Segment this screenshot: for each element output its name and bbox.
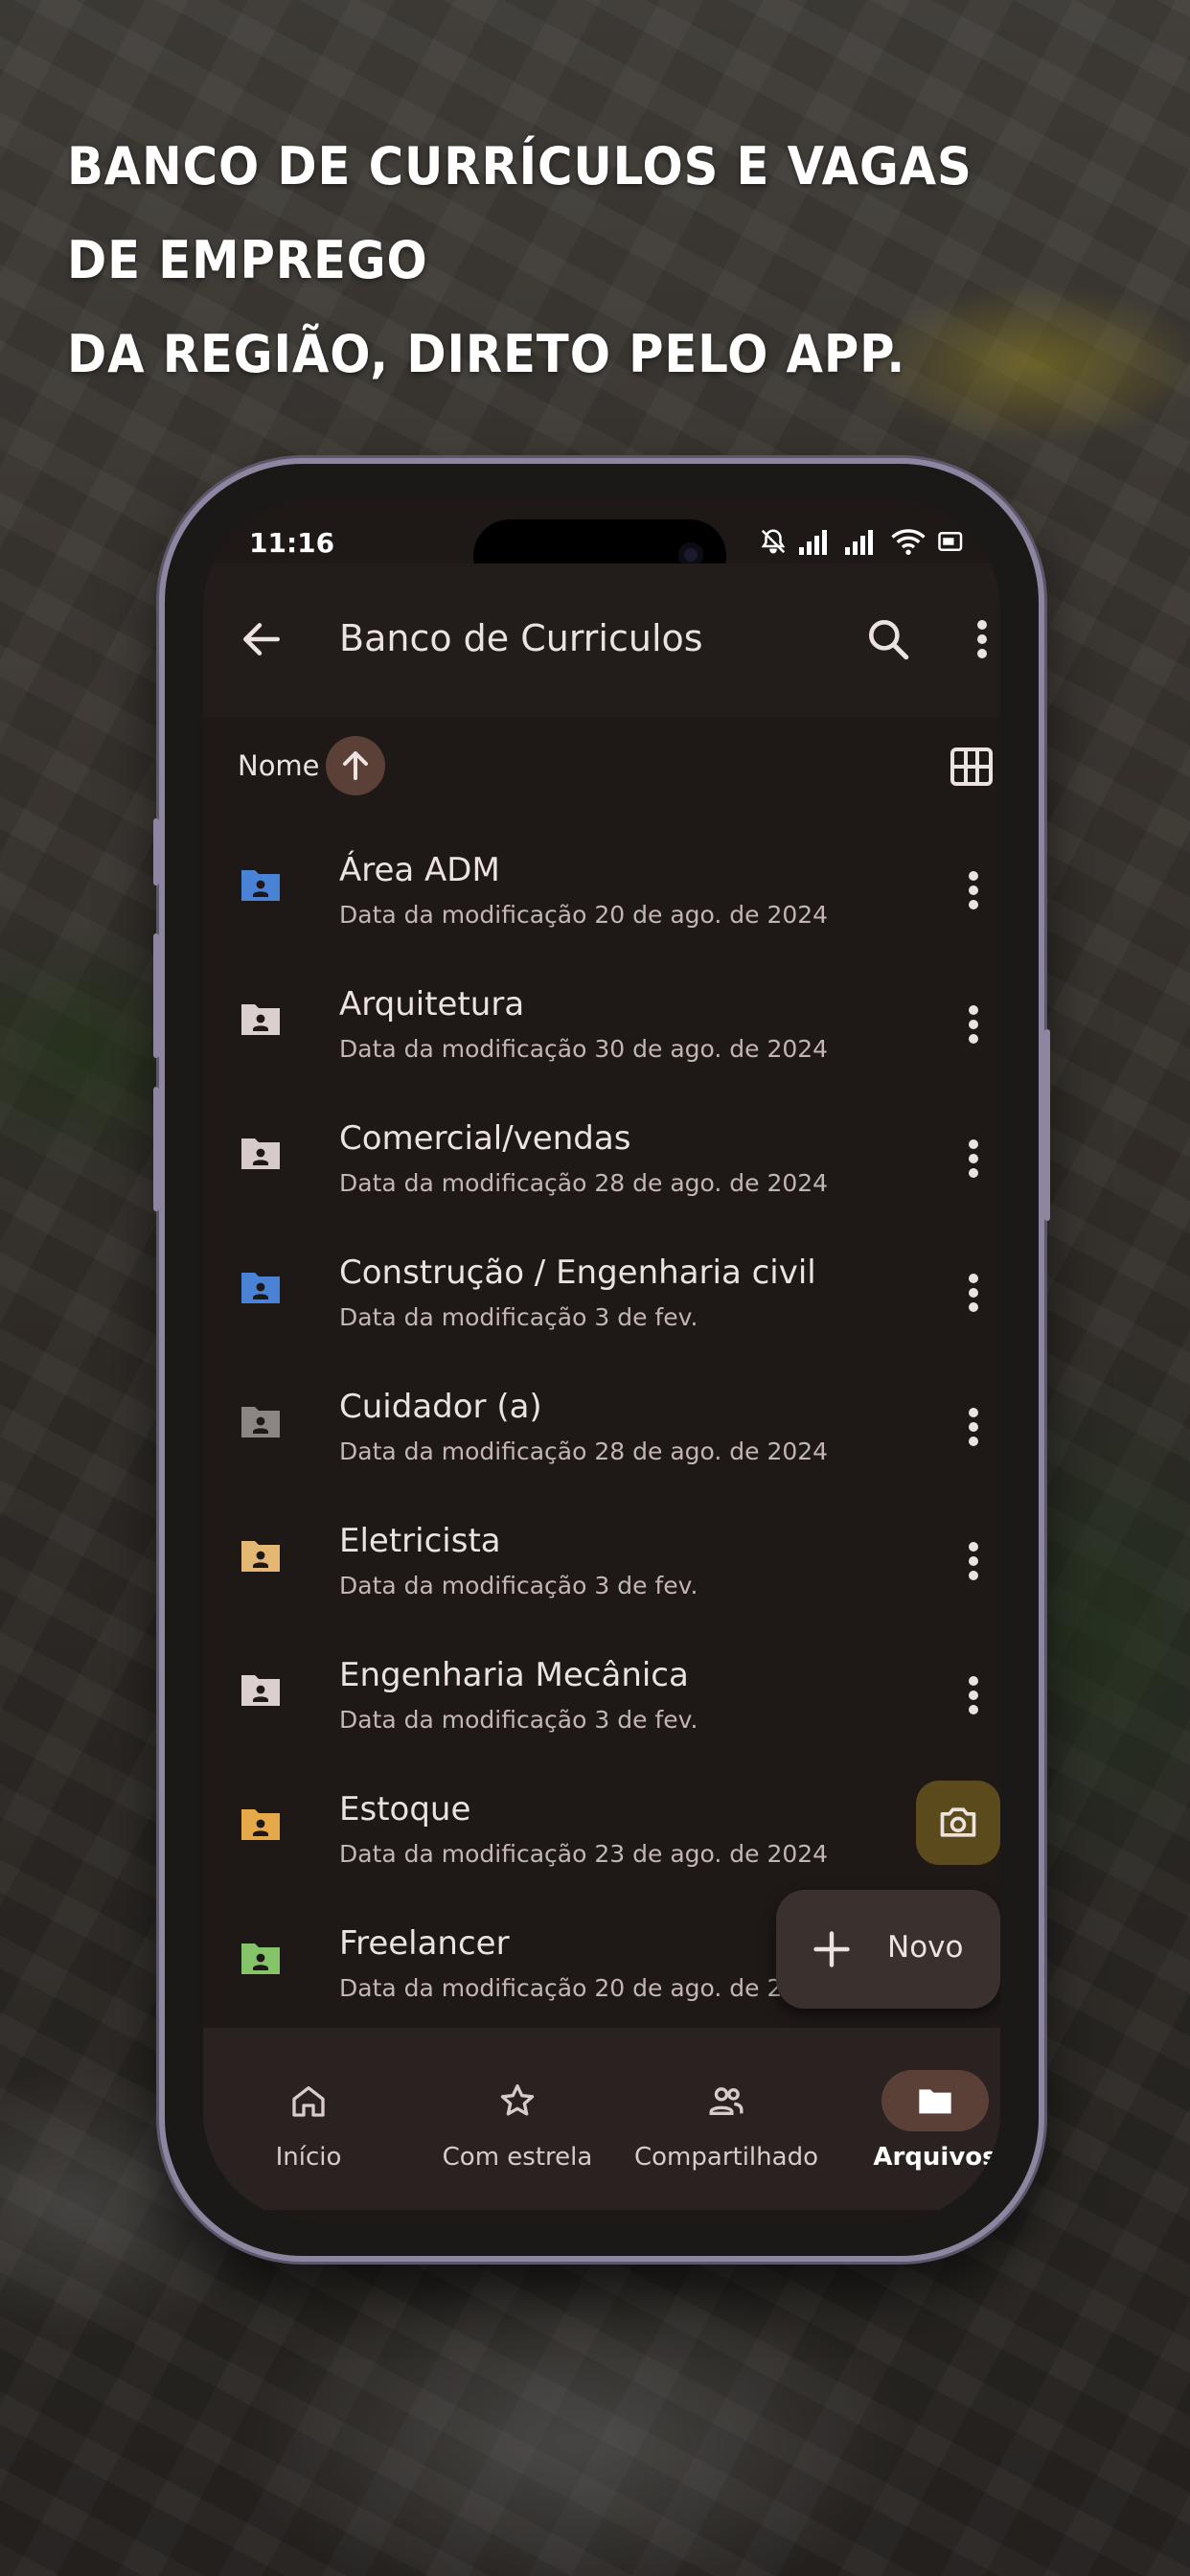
signal-icon-2 [845,530,873,555]
folder-more-icon[interactable] [964,1269,983,1317]
shared-folder-icon [241,870,280,901]
folder-icon [919,2089,951,2114]
status-icons [759,527,966,556]
folder-more-icon[interactable] [964,1403,983,1451]
nav-icon-container [673,2070,780,2131]
nav-item-arquivos[interactable]: Arquivos [830,2028,1000,2210]
shared-folder-icon [241,1004,280,1035]
toolbar-title: Banco de Curriculos [339,617,703,659]
folder-modified-date: Data da modificação 3 de fev. [339,1706,698,1734]
shared-folder-icon [241,1541,280,1572]
folder-more-icon[interactable] [964,1537,983,1585]
folder-modified-date: Data da modificação 3 de fev. [339,1572,698,1599]
bottom-navigation: Início Com estrela Compartilhado Arquivo… [203,2028,1000,2210]
battery-icon [938,532,963,551]
grid-view-icon[interactable] [950,748,993,786]
folder-row[interactable]: Cuidador (a) Data da modificação 28 de a… [203,1361,1000,1495]
folder-row[interactable]: Construção / Engenharia civil Data da mo… [203,1227,1000,1361]
app-toolbar: Banco de Curriculos [203,564,1000,717]
star-icon [500,2084,535,2116]
folder-name: Engenharia Mecânica [339,1656,689,1694]
folder-row[interactable]: Eletricista Data da modificação 3 de fev… [203,1495,1000,1629]
home-icon [292,2086,325,2117]
arrow-back-icon[interactable] [238,615,286,663]
action-button [153,818,159,886]
folder-name: Cuidador (a) [339,1388,542,1426]
shared-folder-icon [241,1407,280,1438]
shared-folder-icon [241,1809,280,1840]
people-icon [709,2087,744,2115]
sort-row: Nome [203,726,1000,803]
promo-headline: BANCO DE CURRÍCULOS E VAGAS DE EMPREGO D… [67,120,1054,402]
camera-icon [940,1807,976,1837]
mute-icon [761,529,786,554]
status-time: 11:16 [249,527,335,559]
folder-modified-date: Data da modificação 28 de ago. de 2024 [339,1169,829,1197]
new-button-label: Novo [887,1930,964,1965]
folder-row[interactable]: Estoque Data da modificação 23 de ago. d… [203,1763,1000,1898]
phone-screen: 11:16 Banco de Curriculos Nome Área ADM … [203,498,1000,2221]
volume-up-button [153,933,159,1058]
nav-label: Início [275,2143,342,2172]
volume-down-button [153,1087,159,1211]
folder-row[interactable]: Área ADM Data da modificação 20 de ago. … [203,824,1000,958]
nav-item-inicio[interactable]: Início [203,2028,414,2210]
scan-camera-button[interactable] [916,1781,1000,1865]
folder-modified-date: Data da modificação 20 de ago. de 2024 [339,901,829,929]
headline-line-1: BANCO DE CURRÍCULOS E VAGAS DE EMPREGO [67,136,973,290]
folder-row[interactable]: Comercial/vendas Data da modificação 28 … [203,1092,1000,1227]
nav-icon-container [881,2070,989,2131]
folder-more-icon[interactable] [964,1000,983,1048]
nav-item-compartilhado[interactable]: Compartilhado [621,2028,832,2210]
folder-more-icon[interactable] [964,866,983,914]
folder-name: Freelancer [339,1924,510,1963]
new-button[interactable]: Novo [776,1890,1000,2009]
shared-folder-icon [241,1273,280,1303]
nav-label: Arquivos [873,2143,997,2172]
shared-folder-icon [241,1138,280,1169]
search-icon[interactable] [864,615,912,663]
nav-label: Com estrela [442,2143,593,2172]
folder-name: Estoque [339,1790,471,1828]
wifi-icon [891,529,926,555]
headline-line-2: DA REGIÃO, DIRETO PELO APP. [67,324,906,384]
nav-icon-container [464,2070,571,2131]
nav-item-com-estrela[interactable]: Com estrela [412,2028,623,2210]
sort-label[interactable]: Nome [238,749,320,782]
folder-modified-date: Data da modificação 23 de ago. de 2024 [339,1840,829,1868]
signal-icon-1 [799,530,827,555]
folder-name: Arquitetura [339,985,525,1024]
folder-name: Construção / Engenharia civil [339,1254,816,1292]
phone-frame: 11:16 Banco de Curriculos Nome Área ADM … [153,458,1050,2262]
folder-row[interactable]: Engenharia Mecânica Data da modificação … [203,1629,1000,1763]
shared-folder-icon [241,1944,280,1974]
power-button [1044,1029,1050,1221]
nav-icon-container [255,2070,362,2131]
folder-name: Área ADM [339,851,500,889]
folder-modified-date: Data da modificação 3 de fev. [339,1303,698,1331]
folder-name: Eletricista [339,1522,501,1560]
nav-label: Compartilhado [634,2143,818,2172]
folder-modified-date: Data da modificação 20 de ago. de 2024 [339,1974,829,2002]
sort-direction-button[interactable] [326,736,385,795]
folder-modified-date: Data da modificação 28 de ago. de 2024 [339,1438,829,1465]
more-vert-icon[interactable] [968,615,996,663]
folder-more-icon[interactable] [964,1135,983,1183]
shared-folder-icon [241,1675,280,1706]
folder-row[interactable]: Arquitetura Data da modificação 30 de ag… [203,958,1000,1092]
folder-more-icon[interactable] [964,1671,983,1719]
plus-icon [813,1931,850,1967]
folder-modified-date: Data da modificação 30 de ago. de 2024 [339,1035,829,1063]
arrow-up-icon [343,751,368,780]
folder-name: Comercial/vendas [339,1119,631,1158]
